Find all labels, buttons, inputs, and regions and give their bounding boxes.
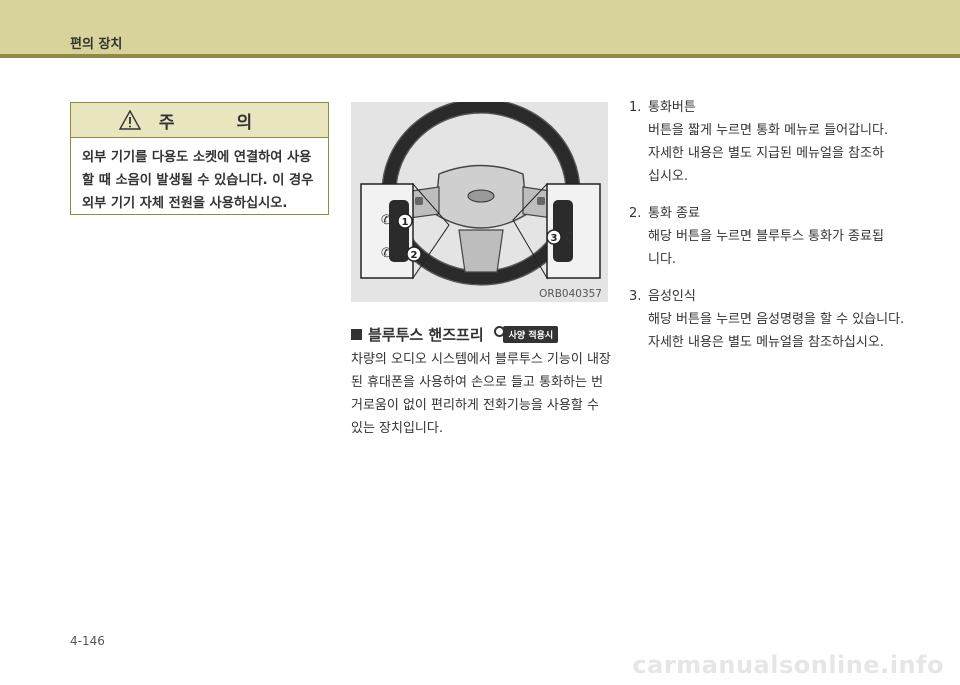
steering-wheel-illustration: ✆ ✆ 1 2 ♫ 3 bbox=[351, 102, 608, 302]
item-title: 통화버튼 bbox=[648, 100, 696, 115]
list-item: 1. 통화버튼 버튼을 짧게 누르면 통화 메뉴로 들어갑니다. 자세한 내용은 … bbox=[629, 96, 909, 188]
watermark: carmanualsonline.info bbox=[632, 651, 944, 679]
caution-title: 주 의 bbox=[158, 112, 281, 133]
warning-triangle-icon bbox=[118, 110, 141, 130]
section-description: 차량의 오디오 시스템에서 블루투스 기능이 내장된 휴대폰을 사용하여 손으로… bbox=[351, 352, 611, 436]
section-title-text: 블루투스 핸즈프리 bbox=[368, 326, 484, 344]
item-title: 음성인식 bbox=[648, 289, 696, 304]
item-number: 3. bbox=[629, 289, 642, 304]
item-line: 니다. bbox=[648, 252, 677, 267]
square-bullet-icon bbox=[351, 329, 362, 340]
page-section-title: 편의 장치 bbox=[70, 37, 123, 52]
option-circle-icon bbox=[493, 326, 505, 337]
item-number: 2. bbox=[629, 206, 642, 221]
page-header bbox=[0, 0, 960, 54]
item-line: 자세한 내용은 별도 지급된 메뉴얼을 참조하 bbox=[648, 146, 884, 161]
callout-2: 2 bbox=[411, 250, 418, 261]
steering-wheel-figure: ✆ ✆ 1 2 ♫ 3 ORB040357 bbox=[351, 102, 608, 302]
caution-header: 주 의 bbox=[71, 103, 328, 138]
item-line: 해당 버튼을 누르면 블루투스 통화가 종료됩 bbox=[648, 229, 884, 244]
option-badge: 사양 적용시 bbox=[493, 326, 559, 343]
svg-text:♫: ♫ bbox=[563, 229, 574, 243]
item-line: 자세한 내용은 별도 메뉴얼을 참조하십시오. bbox=[648, 335, 884, 350]
item-title: 통화 종료 bbox=[648, 206, 700, 221]
svg-text:✆: ✆ bbox=[381, 213, 392, 228]
button-description-list: 1. 통화버튼 버튼을 짧게 누르면 통화 메뉴로 들어갑니다. 자세한 내용은 … bbox=[629, 96, 909, 368]
callout-3: 3 bbox=[551, 233, 558, 244]
caution-box: 주 의 외부 기기를 다용도 소켓에 연결하여 사용할 때 소음이 발생될 수 … bbox=[70, 102, 329, 215]
section-heading: 블루투스 핸즈프리 사양 적용시 bbox=[351, 324, 559, 345]
item-line: 해당 버튼을 누르면 음성명령을 할 수 있습니다. bbox=[648, 312, 905, 327]
svg-text:✆: ✆ bbox=[381, 246, 392, 261]
list-item: 2. 통화 종료 해당 버튼을 누르면 블루투스 통화가 종료됩 니다. bbox=[629, 202, 909, 271]
callout-1: 1 bbox=[402, 217, 409, 228]
option-badge-label: 사양 적용시 bbox=[502, 326, 559, 343]
item-line: 십시오. bbox=[648, 169, 689, 184]
header-rule bbox=[0, 54, 960, 58]
item-line: 버튼을 짧게 누르면 통화 메뉴로 들어갑니다. bbox=[648, 123, 889, 138]
list-item: 3. 음성인식 해당 버튼을 누르면 음성명령을 할 수 있습니다. 자세한 내용… bbox=[629, 285, 909, 354]
page-number: 4-146 bbox=[70, 634, 105, 648]
item-number: 1. bbox=[629, 100, 642, 115]
figure-code: ORB040357 bbox=[539, 288, 602, 300]
caution-text: 외부 기기를 다용도 소켓에 연결하여 사용할 때 소음이 발생될 수 있습니다… bbox=[82, 150, 314, 211]
